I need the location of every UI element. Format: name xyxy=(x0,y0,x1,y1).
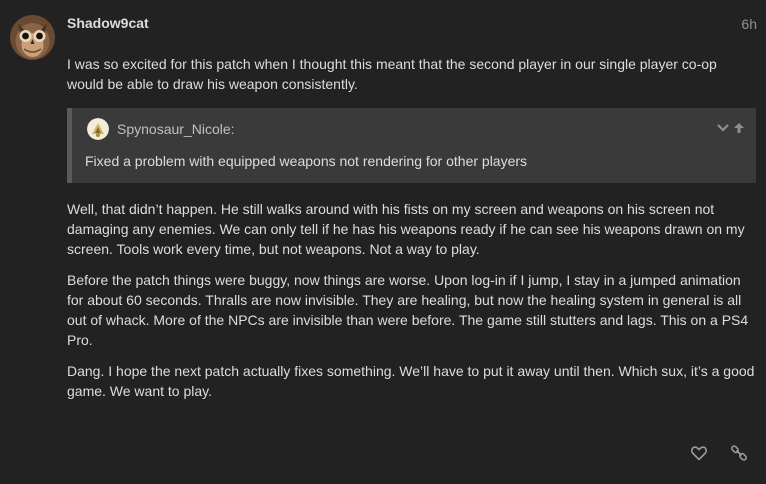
post-paragraph: Before the patch things were buggy, now … xyxy=(67,272,749,348)
quote-text: Fixed a problem with equipped weapons no… xyxy=(85,153,528,169)
quote-author[interactable]: Spynosaur_Nicole: xyxy=(117,121,235,137)
post-paragraph: Dang. I hope the next patch actually fix… xyxy=(67,363,755,399)
arrow-up-icon[interactable] xyxy=(732,121,746,135)
post-paragraph: Well, that didn’t happen. He still walks… xyxy=(67,201,745,257)
link-icon[interactable] xyxy=(730,444,748,462)
owl-avatar-icon[interactable] xyxy=(10,15,55,60)
post-username[interactable]: Shadow9cat xyxy=(67,15,149,31)
post-actions xyxy=(690,444,748,462)
forum-post: Shadow9cat 6h I was so excited for this … xyxy=(0,0,766,484)
quote-controls xyxy=(716,121,746,135)
post-date[interactable]: 6h xyxy=(741,16,757,32)
spynosaur-avatar-icon[interactable] xyxy=(87,118,109,140)
quote-block: Spynosaur_Nicole: Fixed a problem with e… xyxy=(67,108,756,183)
heart-icon[interactable] xyxy=(690,444,708,462)
chevron-down-icon[interactable] xyxy=(716,121,730,135)
post-paragraph: I was so excited for this patch when I t… xyxy=(67,56,717,92)
